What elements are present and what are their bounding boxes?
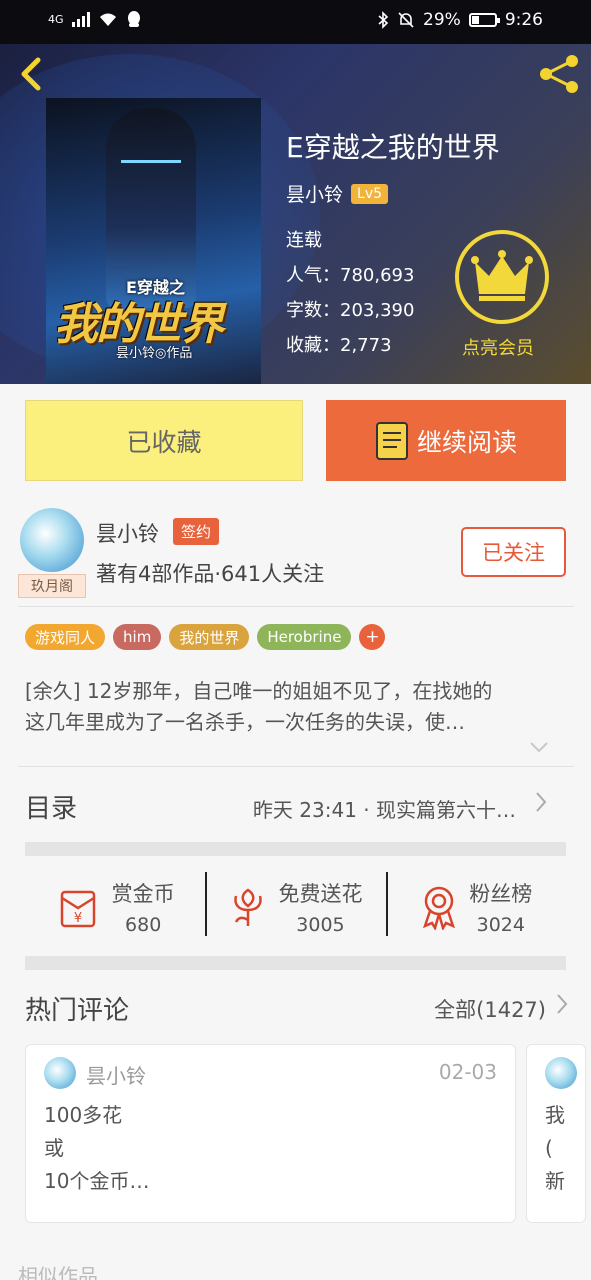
collected-button[interactable]: 已收藏: [25, 400, 303, 481]
latest-chapter: 昨天 23:41 · 现实篇第六十…: [252, 798, 516, 822]
award-ribbon-icon: [423, 886, 456, 930]
synopsis-line: [余久] 12岁那年，自己唯一的姐姐不见了，在找她的: [25, 679, 493, 703]
free-flower-button[interactable]: 免费送花 3005: [205, 860, 385, 954]
hot-comments-title: 热门评论: [25, 996, 130, 1026]
comment-text: 100多花 或 10个金币…: [44, 1103, 150, 1193]
divider: [18, 606, 574, 607]
cover-glasses: [121, 153, 181, 163]
fan-ranking-button[interactable]: 粉丝榜 3024: [385, 860, 566, 954]
continue-reading-button[interactable]: 继续阅读: [326, 400, 566, 481]
book-icon: [375, 421, 408, 460]
free-flower-label: 免费送花: [278, 882, 363, 906]
fan-ranking-label: 粉丝榜: [469, 882, 533, 906]
section-separator: [25, 842, 566, 856]
author-level-badge: Lv5: [351, 183, 389, 204]
battery-percent: 29%: [423, 10, 461, 30]
book-favorites: 收藏：2,773: [286, 335, 392, 356]
chevron-left-icon: [21, 57, 41, 91]
vip-label[interactable]: 点亮会员: [462, 334, 534, 360]
free-flower-count: 3005: [296, 914, 345, 936]
signal-icon: [71, 11, 90, 27]
comment-date: 02-03: [438, 1060, 497, 1084]
synopsis-line: 这几年里成为了一名杀手，一次任务的失误，使…: [25, 710, 465, 734]
fan-ranking-count: 3024: [476, 914, 525, 936]
comment-avatar[interactable]: [44, 1057, 76, 1089]
cover-author: 昙小铃◎作品: [116, 346, 193, 361]
book-author-row: 昙小铃 Lv5: [286, 180, 389, 207]
section-separator: [25, 956, 566, 970]
bluetooth-icon: [378, 11, 389, 29]
collected-button-label: 已收藏: [126, 427, 202, 457]
reward-coins-count: 680: [125, 914, 162, 936]
vip-crown-button[interactable]: [455, 230, 549, 324]
chevron-right-icon: [536, 792, 547, 812]
tag-item[interactable]: 我的世界: [169, 624, 250, 650]
tag-item[interactable]: Herobrine: [257, 624, 352, 650]
author-avatar[interactable]: [20, 508, 84, 572]
support-actions: ¥ 赏金币 680 免费送花 3005 粉丝榜 3024: [25, 860, 566, 954]
chevron-right-icon[interactable]: [555, 992, 569, 1016]
comment-card[interactable]: 昙小铃 02-03 100多花 或 10个金币…: [25, 1044, 516, 1223]
divider: [18, 766, 574, 767]
toc-label: 目录: [25, 794, 78, 824]
crown-icon: [471, 250, 533, 301]
comment-user: 昙小铃: [86, 1064, 146, 1088]
author-name[interactable]: 昙小铃: [96, 518, 159, 548]
comment-avatar[interactable]: [545, 1057, 577, 1089]
reward-coins-button[interactable]: ¥ 赏金币 680: [25, 860, 205, 954]
book-title: E穿越之我的世界: [286, 131, 500, 164]
share-button[interactable]: [537, 52, 581, 96]
continue-reading-label: 继续阅读: [416, 427, 517, 457]
tag-list: 游戏同人 him 我的世界 Herobrine +: [25, 624, 386, 650]
tag-item[interactable]: him: [113, 624, 162, 650]
clock: 9:26: [504, 10, 543, 30]
wifi-icon: [99, 13, 116, 26]
all-comments-link[interactable]: 全部(1427): [434, 994, 546, 1024]
comment-card[interactable]: 我 ( 新: [526, 1044, 586, 1223]
tag-item[interactable]: 游戏同人: [25, 624, 106, 650]
qq-icon: [127, 11, 140, 27]
status-bar: 4G 29% 9:26: [0, 0, 591, 44]
add-tag-button[interactable]: +: [359, 624, 386, 650]
table-of-contents-row[interactable]: 目录 昨天 23:41 · 现实篇第六十…: [25, 772, 566, 838]
followed-button-label: 已关注: [482, 541, 545, 565]
share-icon: [540, 55, 578, 93]
chevron-down-icon: [530, 742, 548, 753]
book-status: 连载: [286, 230, 322, 251]
comment-text: 我 ( 新: [545, 1103, 565, 1193]
network-type: 4G: [48, 12, 64, 26]
battery-icon: [468, 13, 500, 27]
mute-bell-icon: [398, 12, 414, 28]
book-cover[interactable]: E穿越之 我的世界 昙小铃◎作品: [46, 98, 261, 384]
book-word-count: 字数：203,390: [286, 300, 415, 321]
signed-badge: 签约: [173, 518, 220, 545]
expand-synopsis-button[interactable]: [528, 738, 550, 760]
book-author[interactable]: 昙小铃: [286, 180, 343, 207]
reward-coins-label: 赏金币: [111, 882, 175, 906]
red-envelope-icon: ¥: [60, 890, 95, 928]
book-header: E穿越之 我的世界 昙小铃◎作品 E穿越之我的世界 昙小铃 Lv5 连载 人气：…: [0, 44, 591, 384]
author-avatar-tag: 玖月阁: [18, 574, 86, 598]
book-popularity: 人气：780,693: [286, 265, 415, 286]
author-description: 著有4部作品·641人关注: [96, 562, 325, 586]
followed-button[interactable]: 已关注: [461, 527, 566, 577]
svg-text:¥: ¥: [74, 911, 82, 926]
synopsis[interactable]: [余久] 12岁那年，自己唯一的姐姐不见了，在找她的 这几年里成为了一名杀手，一…: [25, 676, 565, 738]
back-button[interactable]: [16, 54, 56, 94]
flower-icon: [234, 888, 263, 926]
similar-works-title: 相似作品: [18, 1264, 98, 1280]
